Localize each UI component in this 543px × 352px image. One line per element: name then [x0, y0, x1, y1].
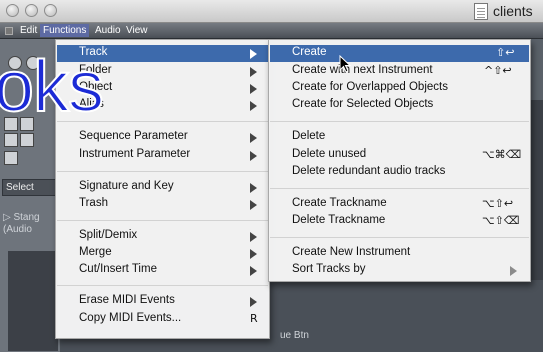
submenu-item-create-trackname[interactable]: Create Trackname ⌥⇧↩: [270, 196, 529, 213]
submenu-arrow-icon: [510, 266, 517, 276]
shortcut-label: ⇧↩: [496, 46, 515, 59]
submenu-item-delete-redundant-audio[interactable]: Delete redundant audio tracks: [270, 164, 529, 181]
document-icon: [474, 3, 488, 20]
menu-separator: [270, 188, 529, 189]
arrange-parameter-panel: Select ▷ Stang (Audio: [0, 39, 60, 352]
menu-edit[interactable]: Edit: [17, 24, 40, 37]
submenu-arrow-icon: [250, 200, 257, 210]
shortcut-label: R: [250, 312, 258, 325]
track-type: (Audio: [3, 224, 32, 235]
menu-item-sequence-parameter[interactable]: Sequence Parameter: [57, 129, 268, 146]
submenu-arrow-icon: [250, 151, 257, 161]
submenu-item-delete-trackname[interactable]: Delete Trackname ⌥⇧⌫: [270, 213, 529, 230]
submenu-item-create-new-instrument[interactable]: Create New Instrument: [270, 245, 529, 262]
tool-figure-icon[interactable]: [26, 56, 40, 70]
menu-item-object[interactable]: Object: [57, 80, 268, 97]
submenu-arrow-icon: [250, 67, 257, 77]
submenu-arrow-icon: [250, 101, 257, 111]
track-name: ▷ Stang: [3, 212, 40, 223]
app-menu-bar: Edit Functions Audio View: [0, 23, 543, 39]
pointer-tool-icon[interactable]: [4, 117, 18, 131]
shortcut-label: ^⇧↩: [484, 64, 512, 77]
submenu-arrow-icon: [250, 266, 257, 276]
shortcut-label: ⌥⇧⌫: [482, 214, 520, 227]
submenu-arrow-icon: [250, 297, 257, 307]
submenu-item-delete-unused[interactable]: Delete unused ⌥⌘⌫: [270, 147, 529, 164]
menu-audio[interactable]: Audio: [92, 24, 124, 37]
menu-item-folder[interactable]: Folder: [57, 63, 268, 80]
scissors-tool-icon[interactable]: [20, 133, 34, 147]
shortcut-label: ⌥⇧↩: [482, 197, 514, 210]
menu-item-track[interactable]: Track: [57, 45, 268, 62]
shortcut-label: ⌥⌘⌫: [482, 148, 522, 161]
menu-item-trash[interactable]: Trash: [57, 196, 268, 213]
menu-separator: [57, 220, 268, 221]
menu-item-copy-midi-events[interactable]: Copy MIDI Events... R: [57, 311, 268, 328]
menu-separator: [270, 237, 529, 238]
menu-item-instrument-parameter[interactable]: Instrument Parameter: [57, 147, 268, 164]
close-window-button[interactable]: [6, 4, 19, 17]
minimize-window-button[interactable]: [25, 4, 38, 17]
submenu-arrow-icon: [250, 133, 257, 143]
submenu-arrow-icon: [250, 49, 257, 59]
menu-functions[interactable]: Functions: [40, 24, 90, 37]
menu-separator: [57, 285, 268, 286]
submenu-item-create-selected[interactable]: Create for Selected Objects: [270, 97, 529, 114]
mouse-pointer-icon: [339, 55, 351, 73]
menu-item-merge[interactable]: Merge: [57, 245, 268, 262]
submenu-arrow-icon: [250, 249, 257, 259]
submenu-item-create[interactable]: Create ⇧↩: [270, 45, 529, 62]
menu-separator: [270, 121, 529, 122]
menu-item-split-demix[interactable]: Split/Demix: [57, 228, 268, 245]
submenu-arrow-icon: [250, 84, 257, 94]
menu-item-cut-insert-time[interactable]: Cut/Insert Time: [57, 262, 268, 279]
track-lane: [8, 251, 58, 351]
title-bar: clients: [0, 0, 543, 23]
functions-menu: Track Folder Object Alias Sequence Param…: [55, 39, 270, 339]
tool-figure-icon[interactable]: [8, 56, 22, 70]
menu-item-signature-and-key[interactable]: Signature and Key: [57, 179, 268, 196]
menu-item-erase-midi-events[interactable]: Erase MIDI Events: [57, 293, 268, 310]
select-button[interactable]: Select: [2, 179, 56, 196]
track-submenu: Create ⇧↩ Create with next Instrument ^⇧…: [268, 39, 531, 282]
submenu-arrow-icon: [250, 232, 257, 242]
background-label: ue Btn: [280, 330, 309, 341]
zoom-window-button[interactable]: [44, 4, 57, 17]
pencil-tool-icon[interactable]: [20, 117, 34, 131]
submenu-item-sort-tracks-by[interactable]: Sort Tracks by: [270, 262, 529, 279]
menu-view[interactable]: View: [123, 24, 151, 37]
submenu-item-delete[interactable]: Delete: [270, 129, 529, 146]
menu-separator: [57, 121, 268, 122]
menu-separator: [57, 171, 268, 172]
menu-item-alias[interactable]: Alias: [57, 97, 268, 114]
submenu-item-create-overlapped[interactable]: Create for Overlapped Objects: [270, 80, 529, 97]
submenu-item-create-with-next-instrument[interactable]: Create with next Instrument ^⇧↩: [270, 63, 529, 80]
menubar-handle-icon[interactable]: [5, 27, 13, 35]
eraser-tool-icon[interactable]: [4, 133, 18, 147]
crosshair-tool-icon[interactable]: [4, 151, 18, 165]
submenu-arrow-icon: [250, 183, 257, 193]
window-title: clients: [493, 3, 533, 19]
